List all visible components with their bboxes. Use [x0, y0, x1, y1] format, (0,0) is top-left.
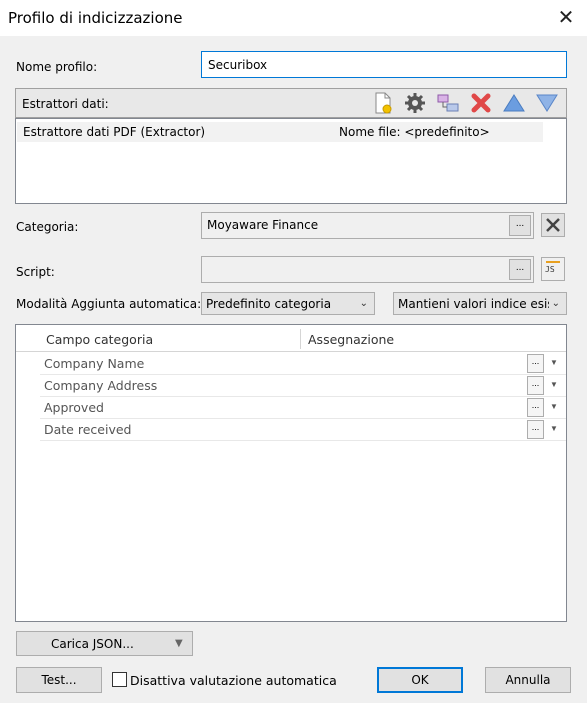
- script-js-button[interactable]: JS: [541, 257, 565, 281]
- row-browse-button[interactable]: ...: [527, 398, 544, 417]
- close-icon: [546, 218, 560, 232]
- chevron-down-icon[interactable]: ▼: [550, 424, 558, 433]
- script-browse-button[interactable]: ...: [509, 259, 531, 280]
- ok-button[interactable]: OK: [377, 667, 463, 693]
- new-document-icon[interactable]: [369, 90, 397, 116]
- profile-name-label: Nome profilo:: [16, 60, 98, 74]
- table-row[interactable]: Approved ... ▼: [40, 397, 566, 419]
- script-label: Script:: [16, 265, 55, 279]
- auto-add-mode-value: Predefinito categoria: [206, 297, 332, 311]
- disable-auto-eval-label[interactable]: Disattiva valutazione automatica: [130, 673, 337, 688]
- row-field: Company Name: [44, 356, 145, 371]
- close-icon[interactable]: ✕: [553, 5, 579, 31]
- extractors-label: Estrattori dati:: [22, 97, 109, 111]
- table-row[interactable]: Date received ... ▼: [40, 419, 566, 441]
- grid-header: Campo categoria Assegnazione: [16, 325, 566, 352]
- chevron-down-icon[interactable]: ▼: [550, 358, 558, 367]
- window-title: Profilo di indicizzazione: [8, 9, 183, 27]
- row-field: Company Address: [44, 378, 158, 393]
- row-field: Date received: [44, 422, 132, 437]
- cancel-button[interactable]: Annulla: [485, 667, 571, 693]
- category-clear-button[interactable]: [541, 213, 565, 237]
- extractor-name: Estrattore dati PDF (Extractor): [23, 125, 206, 139]
- profile-name-value: Securibox: [208, 58, 268, 72]
- table-row[interactable]: Company Name ... ▼: [40, 353, 566, 375]
- gear-icon[interactable]: [401, 90, 429, 116]
- category-label: Categoria:: [16, 220, 79, 234]
- disable-auto-eval-checkbox[interactable]: [112, 672, 127, 687]
- row-browse-button[interactable]: ...: [527, 420, 544, 439]
- extractors-list: Estrattore dati PDF (Extractor) Nome fil…: [15, 118, 567, 204]
- list-item[interactable]: Estrattore dati PDF (Extractor) Nome fil…: [17, 122, 543, 142]
- extractor-file: Nome file: <predefinito>: [339, 125, 490, 139]
- chevron-down-icon: ▼: [175, 638, 183, 649]
- row-browse-button[interactable]: ...: [527, 354, 544, 373]
- js-icon-bar: [546, 261, 560, 263]
- profile-name-input[interactable]: Securibox: [201, 51, 567, 78]
- auto-add-label: Modalità Aggiunta automatica:: [16, 297, 202, 311]
- row-field: Approved: [44, 400, 104, 415]
- category-fields-grid: Campo categoria Assegnazione Company Nam…: [15, 324, 567, 622]
- script-field[interactable]: [201, 256, 534, 283]
- category-value: Moyaware Finance: [207, 218, 319, 232]
- test-button[interactable]: Test...: [16, 667, 102, 693]
- chevron-down-icon[interactable]: ▼: [550, 402, 558, 411]
- table-row[interactable]: Company Address ... ▼: [40, 375, 566, 397]
- row-browse-button[interactable]: ...: [527, 376, 544, 395]
- auto-add-mode-select[interactable]: Predefinito categoria ⌄: [201, 292, 375, 315]
- keep-index-select[interactable]: Mantieni valori indice esis ⌄: [393, 292, 567, 315]
- load-json-button[interactable]: Carica JSON... ▼: [16, 631, 193, 656]
- move-up-icon[interactable]: [500, 90, 528, 116]
- keep-index-value: Mantieni valori indice esis: [398, 297, 554, 311]
- delete-icon[interactable]: [467, 90, 495, 116]
- category-browse-button[interactable]: ...: [509, 215, 531, 236]
- category-field[interactable]: Moyaware Finance: [201, 212, 534, 239]
- column-header-field[interactable]: Campo categoria: [46, 332, 153, 347]
- column-header-assignment[interactable]: Assegnazione: [308, 332, 394, 347]
- link-icon[interactable]: [434, 90, 462, 116]
- js-icon: JS: [545, 265, 555, 274]
- chevron-down-icon: ⌄: [548, 298, 560, 309]
- move-down-icon[interactable]: [533, 90, 561, 116]
- chevron-down-icon[interactable]: ▼: [550, 380, 558, 389]
- chevron-down-icon: ⌄: [359, 298, 368, 309]
